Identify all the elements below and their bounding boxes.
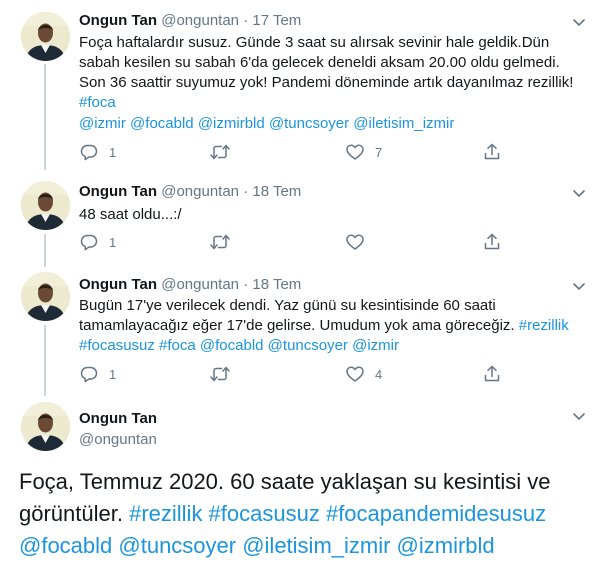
display-name[interactable]: Ongun Tan bbox=[79, 276, 157, 293]
separator: · bbox=[243, 276, 249, 293]
separator: · bbox=[243, 12, 249, 29]
tweet-text-content: Foça haftalardır susuz. Günde 3 saat su … bbox=[79, 34, 574, 91]
share-button[interactable] bbox=[482, 364, 502, 384]
hashtag-link[interactable]: #foca bbox=[79, 94, 116, 111]
like-icon bbox=[345, 142, 365, 162]
retweet-button[interactable] bbox=[209, 364, 241, 384]
reply-count: 1 bbox=[109, 366, 117, 382]
share-icon bbox=[482, 232, 502, 252]
avatar[interactable] bbox=[21, 12, 70, 61]
thread-line bbox=[44, 234, 46, 267]
reply-icon bbox=[79, 364, 99, 384]
tweet-header: Ongun Tan @onguntan · 18 Tem bbox=[79, 183, 301, 200]
user-handle[interactable]: @onguntan bbox=[161, 276, 239, 293]
retweet-icon bbox=[209, 364, 231, 384]
avatar[interactable] bbox=[21, 272, 70, 321]
user-handle[interactable]: @onguntan bbox=[161, 12, 239, 29]
thread-line bbox=[44, 325, 46, 396]
tweet-actions: 1 bbox=[79, 232, 509, 252]
tweet-actions: 1 7 bbox=[79, 142, 509, 162]
user-handle[interactable]: @onguntan bbox=[79, 431, 157, 448]
avatar[interactable] bbox=[21, 181, 70, 230]
hashtag-link[interactable]: #rezillik bbox=[519, 317, 569, 334]
tweet[interactable]: Ongun Tan @onguntan · 18 Tem Bugün 17'ye… bbox=[0, 267, 599, 396]
tweet-text: Foça haftalardır susuz. Günde 3 saat su … bbox=[79, 33, 579, 113]
share-button[interactable] bbox=[482, 142, 502, 162]
like-button[interactable] bbox=[345, 232, 375, 252]
main-tweet-name[interactable]: Ongun Tan bbox=[79, 410, 157, 427]
like-count: 7 bbox=[375, 144, 383, 160]
tweet-actions: 1 4 bbox=[79, 364, 509, 384]
reply-button[interactable]: 1 bbox=[79, 232, 116, 252]
main-tweet-text: Foça, Temmuz 2020. 60 saate yaklaşan su … bbox=[19, 466, 589, 562]
user-handle[interactable]: @onguntan bbox=[161, 183, 239, 200]
display-name[interactable]: Ongun Tan bbox=[79, 183, 157, 200]
reply-icon bbox=[79, 232, 99, 252]
reply-icon bbox=[79, 142, 99, 162]
share-button[interactable] bbox=[482, 232, 502, 252]
share-icon bbox=[482, 142, 502, 162]
tweet-header: Ongun Tan @onguntan · 18 Tem bbox=[79, 276, 301, 293]
like-count: 4 bbox=[375, 366, 383, 382]
hashtag-mention-links[interactable]: #focasusuz #foca @focabld @tuncsoyer @iz… bbox=[79, 337, 399, 354]
reply-count: 1 bbox=[109, 144, 117, 160]
like-icon bbox=[345, 232, 365, 252]
chevron-down-icon[interactable] bbox=[571, 185, 587, 201]
tweet-text-content: Bugün 17'ye verilecek dendi. Yaz günü su… bbox=[79, 297, 515, 334]
tweet-date[interactable]: 17 Tem bbox=[252, 12, 301, 29]
retweet-icon bbox=[209, 232, 231, 252]
tweet[interactable]: Ongun Tan @onguntan · 17 Tem Foça haftal… bbox=[0, 0, 599, 170]
like-button[interactable]: 4 bbox=[345, 364, 382, 384]
like-button[interactable]: 7 bbox=[345, 142, 382, 162]
tweet[interactable]: Ongun Tan @onguntan · 18 Tem 48 saat old… bbox=[0, 170, 599, 267]
like-icon bbox=[345, 364, 365, 384]
reply-count: 1 bbox=[109, 234, 117, 250]
retweet-icon bbox=[209, 142, 231, 162]
retweet-button[interactable] bbox=[209, 142, 241, 162]
chevron-down-icon[interactable] bbox=[571, 278, 587, 294]
tweet-text: Bugün 17'ye verilecek dendi. Yaz günü su… bbox=[79, 296, 579, 356]
separator: · bbox=[243, 183, 249, 200]
tweet-date[interactable]: 18 Tem bbox=[252, 183, 301, 200]
tweet-header: Ongun Tan @onguntan · 17 Tem bbox=[79, 12, 301, 29]
display-name[interactable]: Ongun Tan bbox=[79, 410, 157, 427]
thread-line bbox=[44, 64, 46, 170]
chevron-down-icon[interactable] bbox=[571, 14, 587, 30]
main-tweet-handle[interactable]: @onguntan bbox=[79, 431, 157, 448]
mentions-line[interactable]: @izmir @focabld @izmirbld @tuncsoyer @il… bbox=[79, 114, 579, 134]
share-icon bbox=[482, 364, 502, 384]
reply-button[interactable]: 1 bbox=[79, 364, 116, 384]
display-name[interactable]: Ongun Tan bbox=[79, 12, 157, 29]
chevron-down-icon[interactable] bbox=[571, 408, 587, 424]
tweet-date[interactable]: 18 Tem bbox=[252, 276, 301, 293]
retweet-button[interactable] bbox=[209, 232, 241, 252]
reply-button[interactable]: 1 bbox=[79, 142, 116, 162]
tweet-text: 48 saat oldu...:/ bbox=[79, 206, 182, 223]
avatar[interactable] bbox=[21, 402, 70, 451]
